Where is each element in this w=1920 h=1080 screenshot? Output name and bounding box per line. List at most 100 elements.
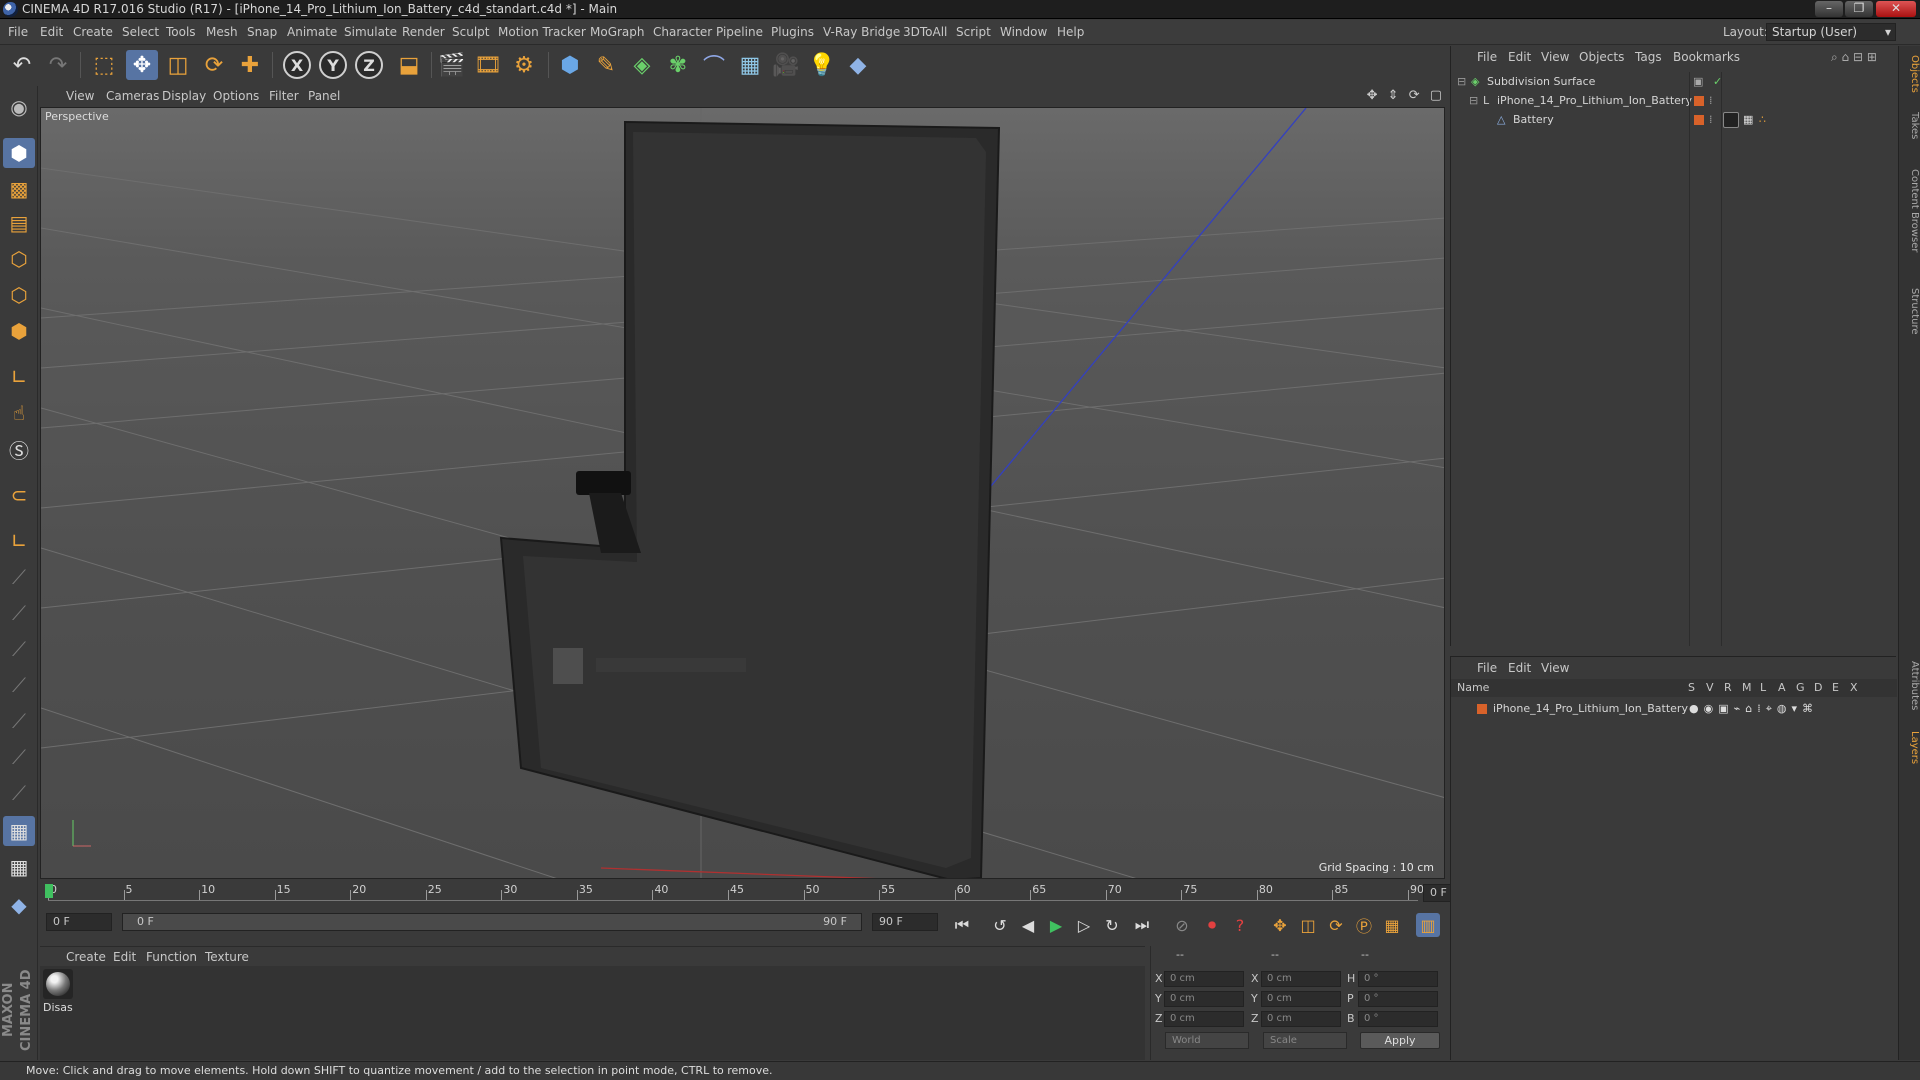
om-menu-objects[interactable]: Objects — [1579, 46, 1624, 68]
material-menu-texture[interactable]: Texture — [205, 947, 249, 967]
menu-edit[interactable]: Edit — [40, 20, 63, 45]
size-y-field[interactable]: 0 cm — [1261, 991, 1341, 1007]
om-menu-edit[interactable]: Edit — [1508, 46, 1531, 68]
keyframe-selection-icon[interactable]: ? — [1228, 913, 1252, 937]
material-menu-edit[interactable]: Edit — [113, 947, 136, 967]
rot-h-field[interactable]: 0 ° — [1358, 971, 1438, 987]
menu-character[interactable]: Character — [653, 20, 712, 45]
tab-attributes[interactable]: Attributes — [1900, 656, 1920, 716]
brush-pull-icon[interactable]: ⟋ — [3, 706, 35, 736]
pos-x-field[interactable]: 0 cm — [1164, 971, 1244, 987]
material-menu-create[interactable]: Create — [66, 947, 106, 967]
pos-y-field[interactable]: 0 cm — [1164, 991, 1244, 1007]
3d-viewport[interactable]: Perspective Grid Spacing : 10 cm — [40, 107, 1445, 879]
material-menu-function[interactable]: Function — [146, 947, 197, 967]
menu-help[interactable]: Help — [1057, 20, 1084, 45]
python-script-icon[interactable]: ◆ — [3, 890, 35, 920]
start-frame-field[interactable]: 0 F — [46, 913, 112, 931]
snap-magnet-icon[interactable]: ⊂ — [3, 480, 35, 510]
minimize-button[interactable]: – — [1815, 1, 1843, 17]
menu-pipeline[interactable]: Pipeline — [716, 20, 763, 45]
object-name[interactable]: Battery — [1513, 110, 1554, 130]
layer-color-swatch[interactable] — [1694, 115, 1704, 125]
om-menu-tags[interactable]: Tags — [1635, 46, 1662, 68]
spline-pen-icon[interactable]: ✎ — [590, 50, 622, 80]
record-active-icon[interactable]: ⊘ — [1170, 913, 1194, 937]
rot-p-field[interactable]: 0 ° — [1358, 991, 1438, 1007]
x-axis-lock-button[interactable]: X — [283, 51, 311, 79]
layer-color-swatch[interactable] — [1477, 704, 1487, 714]
layer-none-icon[interactable]: ▣ — [1693, 72, 1703, 92]
viewport-menu-filter[interactable]: Filter — [269, 86, 299, 106]
menu-3dtoall[interactable]: 3DToAll — [903, 20, 947, 45]
layer-col-r[interactable]: R — [1724, 679, 1732, 697]
lm-menu-view[interactable]: View — [1541, 657, 1569, 679]
z-axis-lock-button[interactable]: Z — [355, 51, 383, 79]
layer-toggle-icons[interactable]: ●◉▣⌁⌂⁞⌖◍▾⌘ — [1689, 699, 1818, 719]
size-mode-dropdown[interactable]: Scale — [1263, 1032, 1347, 1049]
layer-col-l[interactable]: L — [1760, 679, 1766, 697]
key-parameter-icon[interactable]: Ⓟ — [1352, 913, 1376, 937]
tab-takes[interactable]: Takes — [1900, 106, 1920, 146]
camera-object-icon[interactable]: 🎥 — [770, 50, 802, 80]
timeline-mode-icon[interactable]: ▥ — [1416, 913, 1440, 937]
key-pla-icon[interactable]: ▦ — [1380, 913, 1404, 937]
brush-smooth-icon[interactable]: ⟋ — [3, 670, 35, 700]
end-frame-field[interactable]: 90 F — [872, 913, 938, 931]
menu-render[interactable]: Render — [402, 20, 445, 45]
material-swatch[interactable] — [43, 969, 73, 999]
apply-button[interactable]: Apply — [1360, 1032, 1440, 1049]
menu-create[interactable]: Create — [73, 20, 113, 45]
workplane-mode-icon[interactable]: ▤ — [3, 208, 35, 238]
cube-object-icon[interactable]: ⬢ — [554, 50, 586, 80]
timeline-ruler[interactable]: 0 5 10 15 20 25 30 35 40 45 50 55 60 65 70 75 80 85 90 0 F — [40, 880, 1486, 910]
render-picture-viewer-icon[interactable]: 🎞 — [472, 50, 504, 80]
autokey-icon[interactable]: ⏺ — [1200, 913, 1224, 937]
cloner-icon[interactable]: ✾ — [662, 50, 694, 80]
make-editable-icon[interactable]: ◉ — [3, 92, 35, 122]
key-rotation-icon[interactable]: ⟳ — [1324, 913, 1348, 937]
object-row[interactable]: ⊟ L iPhone_14_Pro_Lithium_Ion_Battery ⁞ — [1451, 91, 1897, 111]
menu-file[interactable]: File — [8, 20, 28, 45]
menu-tools[interactable]: Tools — [166, 20, 196, 45]
render-settings-icon[interactable]: ⚙ — [508, 50, 540, 80]
edges-mode-icon[interactable]: ⬡ — [3, 280, 35, 310]
layout-dropdown[interactable]: Startup (User) — [1766, 23, 1896, 41]
layer-name[interactable]: iPhone_14_Pro_Lithium_Ion_Battery — [1493, 699, 1688, 719]
om-menu-file[interactable]: File — [1477, 46, 1497, 68]
object-row[interactable]: △ Battery ⁞ ▦ ∴ — [1451, 110, 1897, 130]
play-icon[interactable]: ▶ — [1044, 913, 1068, 937]
viewport-menu-options[interactable]: Options — [213, 86, 259, 106]
layer-col-v[interactable]: V — [1706, 679, 1714, 697]
scale-tool-icon[interactable]: ◫ — [162, 50, 194, 80]
texture-mode-icon[interactable]: ▩ — [3, 174, 35, 204]
brush-relax-icon[interactable]: ⟋ — [3, 634, 35, 664]
viewport-menu-view[interactable]: View — [66, 86, 94, 106]
render-view-icon[interactable]: 🎬 — [436, 50, 468, 80]
lm-menu-edit[interactable]: Edit — [1508, 657, 1531, 679]
points-mode-icon[interactable]: ⬡ — [3, 244, 35, 274]
menu-script[interactable]: Script — [956, 20, 991, 45]
object-name[interactable]: iPhone_14_Pro_Lithium_Ion_Battery — [1497, 91, 1692, 111]
axis-mode-icon[interactable]: ∟ — [3, 362, 35, 392]
rotate-tool-icon[interactable]: ⟳ — [198, 50, 230, 80]
tab-content-browser[interactable]: Content Browser — [1900, 151, 1920, 271]
texture-tile-icon[interactable]: ▦ — [3, 852, 35, 882]
recent-tool-icon[interactable]: ✚ — [234, 50, 266, 80]
menu-plugins[interactable]: Plugins — [771, 20, 814, 45]
visibility-dots-icon[interactable]: ⁞ — [1709, 91, 1713, 111]
size-x-field[interactable]: 0 cm — [1261, 971, 1341, 987]
maximize-button[interactable]: ❐ — [1845, 1, 1873, 17]
texture-tag-icon[interactable]: ▦ — [1743, 110, 1753, 130]
deformer-icon[interactable]: ⌒ — [698, 50, 730, 80]
menu-snap[interactable]: Snap — [247, 20, 277, 45]
menu-sculpt[interactable]: Sculpt — [452, 20, 489, 45]
viewport-menu-cameras[interactable]: Cameras — [106, 86, 159, 106]
size-z-field[interactable]: 0 cm — [1261, 1011, 1341, 1027]
previous-frame-icon[interactable]: ◀ — [1016, 913, 1040, 937]
layer-col-d[interactable]: D — [1814, 679, 1822, 697]
xray-icon[interactable]: ▦ — [3, 816, 35, 846]
viewport-menu-panel[interactable]: Panel — [308, 86, 340, 106]
move-tool-icon[interactable]: ✥ — [126, 50, 158, 80]
menu-vray-bridge[interactable]: V-Ray Bridge — [823, 20, 900, 45]
